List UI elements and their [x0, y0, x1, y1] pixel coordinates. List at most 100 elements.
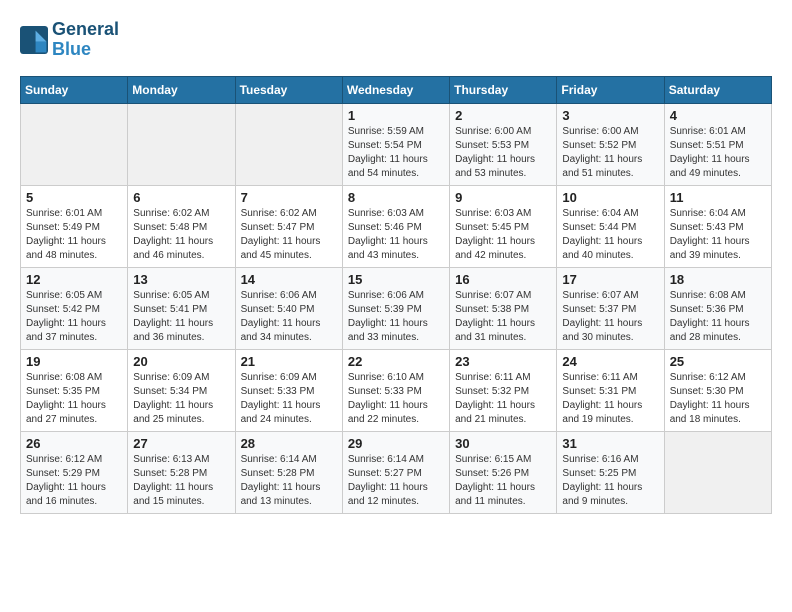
- weekday-header-monday: Monday: [128, 76, 235, 103]
- day-detail: Sunrise: 6:12 AMSunset: 5:29 PMDaylight:…: [26, 453, 122, 509]
- day-number: 7: [241, 190, 337, 205]
- day-number: 13: [133, 272, 229, 287]
- day-detail: Sunrise: 6:05 AMSunset: 5:41 PMDaylight:…: [133, 289, 229, 345]
- calendar-week-3: 12 Sunrise: 6:05 AMSunset: 5:42 PMDayligh…: [21, 267, 772, 349]
- logo-icon: [20, 26, 48, 54]
- calendar-cell: 3 Sunrise: 6:00 AMSunset: 5:52 PMDaylight…: [557, 103, 664, 185]
- calendar-cell: 17Sunrise: 6:07 AMSunset: 5:37 PMDayligh…: [557, 267, 664, 349]
- day-detail: Sunrise: 6:11 AMSunset: 5:31 PMDaylight:…: [562, 371, 658, 427]
- calendar-cell: 28 Sunrise: 6:14 AMSunset: 5:28 PMDayligh…: [235, 431, 342, 513]
- day-detail: Sunrise: 6:01 AMSunset: 5:49 PMDaylight:…: [26, 207, 122, 263]
- day-detail: Sunrise: 6:11 AMSunset: 5:32 PMDaylight:…: [455, 371, 551, 427]
- day-number: 30: [455, 436, 551, 451]
- calendar-table: SundayMondayTuesdayWednesdayThursdayFrid…: [20, 76, 772, 514]
- calendar-cell: 8Sunrise: 6:03 AMSunset: 5:46 PMDaylight…: [342, 185, 449, 267]
- day-number: 17: [562, 272, 658, 287]
- calendar-week-1: 1 Sunrise: 5:59 AMSunset: 5:54 PMDaylight…: [21, 103, 772, 185]
- weekday-header-wednesday: Wednesday: [342, 76, 449, 103]
- day-number: 22: [348, 354, 444, 369]
- calendar-cell: 6Sunrise: 6:02 AMSunset: 5:48 PMDaylight…: [128, 185, 235, 267]
- day-detail: Sunrise: 6:13 AMSunset: 5:28 PMDaylight:…: [133, 453, 229, 509]
- day-number: 10: [562, 190, 658, 205]
- day-detail: Sunrise: 6:15 AMSunset: 5:26 PMDaylight:…: [455, 453, 551, 509]
- day-detail: Sunrise: 6:09 AMSunset: 5:33 PMDaylight:…: [241, 371, 337, 427]
- calendar-cell: 2 Sunrise: 6:00 AMSunset: 5:53 PMDaylight…: [450, 103, 557, 185]
- day-number: 25: [670, 354, 766, 369]
- day-detail: Sunrise: 6:06 AMSunset: 5:40 PMDaylight:…: [241, 289, 337, 345]
- calendar-cell: 11 Sunrise: 6:04 AMSunset: 5:43 PMDayligh…: [664, 185, 771, 267]
- day-number: 18: [670, 272, 766, 287]
- calendar-cell: [664, 431, 771, 513]
- day-detail: Sunrise: 6:10 AMSunset: 5:33 PMDaylight:…: [348, 371, 444, 427]
- weekday-header-sunday: Sunday: [21, 76, 128, 103]
- calendar-cell: 23 Sunrise: 6:11 AMSunset: 5:32 PMDayligh…: [450, 349, 557, 431]
- day-detail: Sunrise: 5:59 AMSunset: 5:54 PMDaylight:…: [348, 125, 444, 181]
- weekday-header-tuesday: Tuesday: [235, 76, 342, 103]
- calendar-cell: 21 Sunrise: 6:09 AMSunset: 5:33 PMDayligh…: [235, 349, 342, 431]
- day-number: 24: [562, 354, 658, 369]
- day-number: 19: [26, 354, 122, 369]
- day-number: 9: [455, 190, 551, 205]
- calendar-cell: 25 Sunrise: 6:12 AMSunset: 5:30 PMDayligh…: [664, 349, 771, 431]
- day-detail: Sunrise: 6:00 AMSunset: 5:52 PMDaylight:…: [562, 125, 658, 181]
- day-number: 12: [26, 272, 122, 287]
- day-number: 20: [133, 354, 229, 369]
- calendar-cell: 20 Sunrise: 6:09 AMSunset: 5:34 PMDayligh…: [128, 349, 235, 431]
- day-number: 21: [241, 354, 337, 369]
- day-number: 31: [562, 436, 658, 451]
- calendar-cell: [235, 103, 342, 185]
- day-number: 16: [455, 272, 551, 287]
- weekday-header-saturday: Saturday: [664, 76, 771, 103]
- calendar-cell: 26 Sunrise: 6:12 AMSunset: 5:29 PMDayligh…: [21, 431, 128, 513]
- calendar-cell: 30 Sunrise: 6:15 AMSunset: 5:26 PMDayligh…: [450, 431, 557, 513]
- day-number: 3: [562, 108, 658, 123]
- day-detail: Sunrise: 6:00 AMSunset: 5:53 PMDaylight:…: [455, 125, 551, 181]
- day-detail: Sunrise: 6:05 AMSunset: 5:42 PMDaylight:…: [26, 289, 122, 345]
- calendar-week-5: 26 Sunrise: 6:12 AMSunset: 5:29 PMDayligh…: [21, 431, 772, 513]
- day-detail: Sunrise: 6:03 AMSunset: 5:45 PMDaylight:…: [455, 207, 551, 263]
- weekday-header-row: SundayMondayTuesdayWednesdayThursdayFrid…: [21, 76, 772, 103]
- calendar-cell: 10 Sunrise: 6:04 AMSunset: 5:44 PMDayligh…: [557, 185, 664, 267]
- day-detail: Sunrise: 6:12 AMSunset: 5:30 PMDaylight:…: [670, 371, 766, 427]
- day-number: 28: [241, 436, 337, 451]
- calendar-cell: 19 Sunrise: 6:08 AMSunset: 5:35 PMDayligh…: [21, 349, 128, 431]
- calendar-cell: 31 Sunrise: 6:16 AMSunset: 5:25 PMDayligh…: [557, 431, 664, 513]
- calendar-cell: 14Sunrise: 6:06 AMSunset: 5:40 PMDayligh…: [235, 267, 342, 349]
- calendar-cell: 27Sunrise: 6:13 AMSunset: 5:28 PMDayligh…: [128, 431, 235, 513]
- calendar-cell: 12 Sunrise: 6:05 AMSunset: 5:42 PMDayligh…: [21, 267, 128, 349]
- day-number: 23: [455, 354, 551, 369]
- day-number: 1: [348, 108, 444, 123]
- day-detail: Sunrise: 6:14 AMSunset: 5:27 PMDaylight:…: [348, 453, 444, 509]
- calendar-week-4: 19 Sunrise: 6:08 AMSunset: 5:35 PMDayligh…: [21, 349, 772, 431]
- day-detail: Sunrise: 6:04 AMSunset: 5:43 PMDaylight:…: [670, 207, 766, 263]
- calendar-cell: 18 Sunrise: 6:08 AMSunset: 5:36 PMDayligh…: [664, 267, 771, 349]
- day-detail: Sunrise: 6:16 AMSunset: 5:25 PMDaylight:…: [562, 453, 658, 509]
- calendar-cell: 1 Sunrise: 5:59 AMSunset: 5:54 PMDaylight…: [342, 103, 449, 185]
- calendar-cell: 16 Sunrise: 6:07 AMSunset: 5:38 PMDayligh…: [450, 267, 557, 349]
- day-number: 15: [348, 272, 444, 287]
- calendar-cell: 22 Sunrise: 6:10 AMSunset: 5:33 PMDayligh…: [342, 349, 449, 431]
- day-detail: Sunrise: 6:04 AMSunset: 5:44 PMDaylight:…: [562, 207, 658, 263]
- day-number: 26: [26, 436, 122, 451]
- calendar-cell: 29 Sunrise: 6:14 AMSunset: 5:27 PMDayligh…: [342, 431, 449, 513]
- logo-text: GeneralBlue: [52, 20, 119, 60]
- day-detail: Sunrise: 6:14 AMSunset: 5:28 PMDaylight:…: [241, 453, 337, 509]
- day-detail: Sunrise: 6:08 AMSunset: 5:35 PMDaylight:…: [26, 371, 122, 427]
- calendar-cell: [128, 103, 235, 185]
- day-number: 4: [670, 108, 766, 123]
- day-detail: Sunrise: 6:01 AMSunset: 5:51 PMDaylight:…: [670, 125, 766, 181]
- day-detail: Sunrise: 6:06 AMSunset: 5:39 PMDaylight:…: [348, 289, 444, 345]
- day-detail: Sunrise: 6:07 AMSunset: 5:38 PMDaylight:…: [455, 289, 551, 345]
- day-detail: Sunrise: 6:08 AMSunset: 5:36 PMDaylight:…: [670, 289, 766, 345]
- day-detail: Sunrise: 6:09 AMSunset: 5:34 PMDaylight:…: [133, 371, 229, 427]
- weekday-header-thursday: Thursday: [450, 76, 557, 103]
- day-number: 11: [670, 190, 766, 205]
- calendar-cell: [21, 103, 128, 185]
- day-number: 2: [455, 108, 551, 123]
- calendar-cell: 15 Sunrise: 6:06 AMSunset: 5:39 PMDayligh…: [342, 267, 449, 349]
- logo: GeneralBlue: [20, 20, 119, 60]
- page-header: GeneralBlue: [20, 20, 772, 60]
- day-detail: Sunrise: 6:03 AMSunset: 5:46 PMDaylight:…: [348, 207, 444, 263]
- weekday-header-friday: Friday: [557, 76, 664, 103]
- day-number: 29: [348, 436, 444, 451]
